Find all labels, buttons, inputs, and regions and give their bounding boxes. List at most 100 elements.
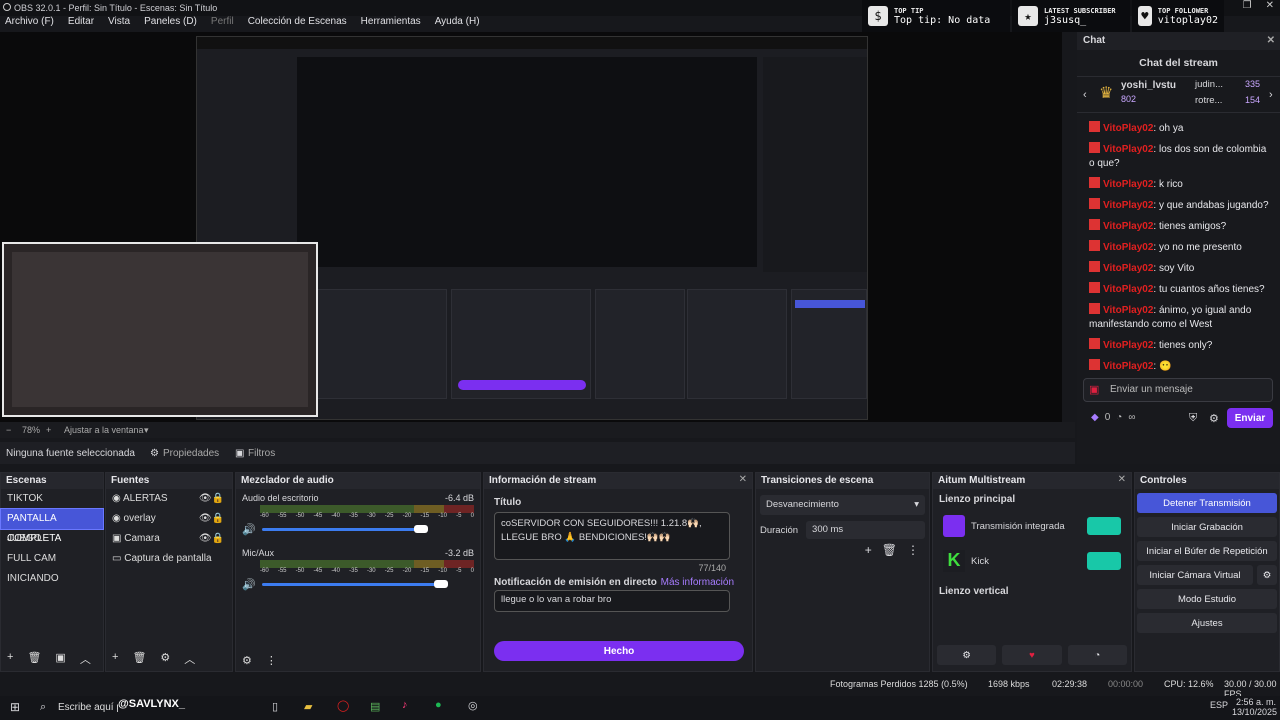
add-icon[interactable]: +: [865, 543, 872, 557]
chevron-up-icon[interactable]: ︿: [184, 651, 195, 667]
spotify-icon[interactable]: ●: [435, 699, 442, 711]
chevron-right-icon[interactable]: ›: [1269, 89, 1273, 101]
eye-icon[interactable]: 👁🔒: [199, 529, 224, 549]
studio-mode-button[interactable]: Modo Estudio: [1137, 589, 1277, 609]
menu-ayuda[interactable]: Ayuda (H): [435, 16, 480, 32]
settings-button[interactable]: ⚙: [937, 645, 997, 665]
menu-perfil[interactable]: Perfil: [211, 16, 234, 32]
gear-icon[interactable]: ⚙: [1209, 412, 1219, 425]
transition-select[interactable]: Desvanecimiento ▾: [760, 495, 925, 515]
more-icon[interactable]: ⋮: [266, 654, 277, 667]
live-time: 02:29:38: [1052, 679, 1088, 689]
slider-handle[interactable]: [413, 525, 428, 533]
badge-icon: [1089, 177, 1100, 188]
language[interactable]: ESP: [1210, 700, 1228, 710]
clock-date: 13/10/2025: [1232, 707, 1278, 717]
zoom-out-icon[interactable]: −: [6, 425, 11, 435]
menu-vista[interactable]: Vista: [108, 16, 130, 32]
alert-follower: ♥ TOP FOLLOWER vitoplay02: [1132, 0, 1224, 32]
close-icon[interactable]: ✕: [739, 474, 747, 485]
stop-streaming-button[interactable]: Detener Transmisión: [1137, 493, 1277, 513]
search-icon[interactable]: ⌕: [40, 701, 46, 714]
preview-canvas[interactable]: [0, 32, 1062, 422]
chevron-down-icon[interactable]: ▾: [144, 425, 149, 436]
settings-button[interactable]: Ajustes: [1137, 613, 1277, 633]
alert-label: LATEST SUBSCRIBER: [1044, 6, 1116, 15]
source-item[interactable]: ▭ Captura de pantalla: [106, 549, 232, 569]
chat-message: VitoPlay02: tu cuantos años tienes?: [1089, 282, 1270, 297]
tiktok-icon[interactable]: ♪: [402, 699, 408, 711]
close-icon[interactable]: ✕: [1267, 35, 1275, 46]
shield-icon[interactable]: ⛨: [1189, 412, 1197, 425]
speaker-icon[interactable]: 🔊: [242, 578, 256, 591]
filter-icon[interactable]: ▣: [55, 651, 65, 667]
start-recording-button[interactable]: Iniciar Grabación: [1137, 517, 1277, 537]
mixer-channel: Mic/Aux -3.2 dB -60 -55 -50 -45 -40 -35 -30 -25-…: [236, 540, 480, 595]
slider-handle[interactable]: [433, 580, 448, 588]
window-title: OBS 32.0.1 - Perfil: Sin Título - Escena…: [14, 3, 218, 13]
gear-icon[interactable]: ⚙: [1257, 565, 1277, 585]
send-button[interactable]: Enviar: [1227, 408, 1273, 428]
menu-coleccion[interactable]: Colección de Escenas: [248, 16, 347, 32]
source-item[interactable]: ◉ overlay 👁🔒: [106, 509, 232, 529]
duration-spinbox[interactable]: 300 ms: [806, 521, 925, 539]
scene-item[interactable]: INICIANDO: [1, 569, 103, 589]
done-button[interactable]: Hecho: [494, 641, 744, 661]
add-icon[interactable]: +: [7, 651, 13, 667]
more-info-link[interactable]: Más información: [661, 577, 734, 588]
chat-message: VitoPlay02: tienes only?: [1089, 338, 1270, 353]
controls-dock: Controles Detener Transmisión Iniciar Gr…: [1134, 472, 1280, 672]
trash-icon[interactable]: 🗑: [132, 651, 146, 667]
no-source-label: Ninguna fuente seleccionada: [6, 448, 135, 459]
speaker-icon[interactable]: 🔊: [242, 523, 256, 536]
windows-icon[interactable]: ⊞: [10, 700, 20, 714]
window-controls: ❐ ✕: [1243, 0, 1274, 11]
title-textarea[interactable]: coSERVIDOR CON SEGUIDORES!!! 1.21.8🙌🏻, L…: [494, 512, 730, 560]
chat-input[interactable]: Enviar un mensaje: [1083, 378, 1273, 402]
trash-icon[interactable]: 🗑: [882, 543, 897, 557]
chevron-up-icon[interactable]: ︿: [80, 651, 91, 667]
trash-icon[interactable]: 🗑: [27, 651, 41, 667]
more-icon[interactable]: ⋮: [907, 543, 919, 557]
volume-slider[interactable]: [261, 525, 428, 533]
scene-item[interactable]: TIKTOK: [1, 489, 103, 509]
menu-archivo[interactable]: Archivo (F): [5, 16, 54, 32]
volume-slider[interactable]: [261, 580, 448, 588]
source-item[interactable]: ◉ ALERTAS 👁🔒: [106, 489, 232, 509]
obs-icon[interactable]: ◎: [468, 699, 478, 712]
menu-herramientas[interactable]: Herramientas: [361, 16, 421, 32]
notification-textarea[interactable]: llegue o lo van a robar bro: [494, 590, 730, 612]
badge-icon: [1089, 142, 1100, 153]
gear-icon[interactable]: ⚙: [242, 654, 252, 667]
filters-button[interactable]: Filtros: [248, 448, 275, 459]
close-icon[interactable]: ✕: [1118, 474, 1126, 485]
scene-item-selected[interactable]: PANTALLA COMPLETA: [0, 508, 104, 544]
scene-item[interactable]: FULL CAM: [1, 549, 103, 569]
source-item[interactable]: ▣ Camara 👁🔒: [106, 529, 232, 549]
leader-user: rotre...: [1195, 95, 1223, 106]
opera-icon[interactable]: ◯: [337, 699, 349, 712]
broadcast-toggle[interactable]: [1087, 552, 1121, 570]
dock-title-text: Aitum Multistream: [938, 475, 1026, 486]
broadcast-toggle[interactable]: [1087, 517, 1121, 535]
donate-button[interactable]: ♥: [1002, 645, 1062, 665]
zoom-in-icon[interactable]: +: [46, 425, 51, 435]
close-icon[interactable]: ✕: [1266, 0, 1274, 11]
menu-paneles[interactable]: Paneles (D): [144, 16, 197, 32]
infinity-label: ∞: [1128, 412, 1136, 423]
eye-icon[interactable]: 👁🔒: [199, 509, 224, 529]
eye-icon[interactable]: 👁🔒: [199, 489, 224, 509]
gear-icon[interactable]: ⚙: [160, 651, 170, 667]
start-virtual-camera-button[interactable]: Iniciar Cámara Virtual: [1137, 565, 1253, 585]
properties-button[interactable]: Propiedades: [163, 448, 219, 459]
chevron-left-icon[interactable]: ‹: [1083, 89, 1087, 101]
app-icon[interactable]: ▤: [370, 700, 380, 713]
folder-icon[interactable]: ▰: [304, 700, 312, 713]
fit-window-label[interactable]: Ajustar a la ventana: [64, 425, 144, 435]
add-icon[interactable]: +: [112, 651, 118, 667]
restore-icon[interactable]: ❐: [1243, 0, 1252, 11]
start-replay-buffer-button[interactable]: Iniciar el Búfer de Repetición: [1137, 541, 1277, 561]
menu-editar[interactable]: Editar: [68, 16, 94, 32]
task-view-icon[interactable]: ▯: [272, 700, 278, 713]
discord-button[interactable]: ◔: [1067, 645, 1127, 665]
